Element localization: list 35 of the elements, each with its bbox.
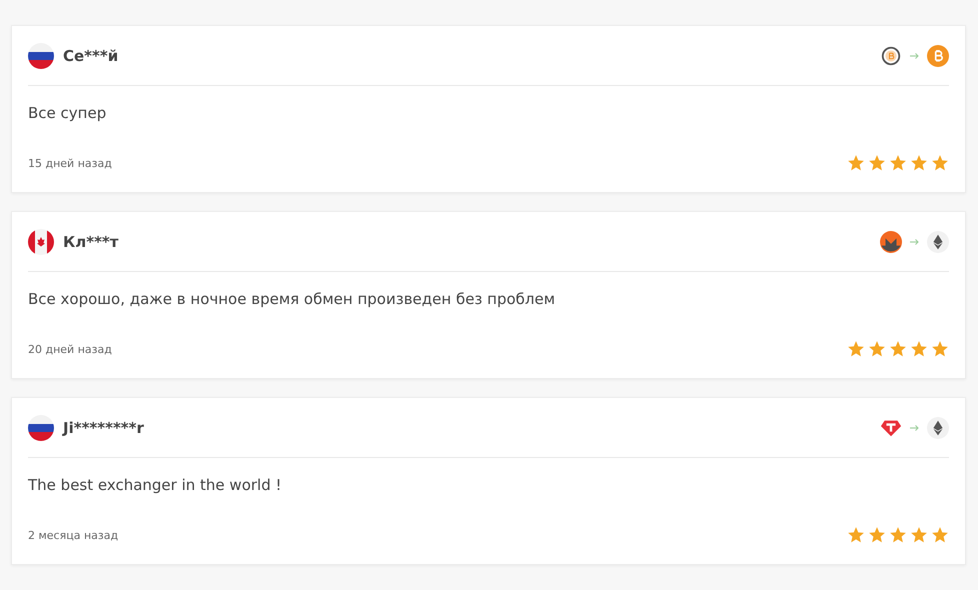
reviewer-name: Ji********r [63, 418, 144, 436]
star-icon [931, 340, 949, 358]
arrow-icon [910, 52, 919, 58]
star-icon [868, 526, 886, 544]
arrow-icon [910, 238, 919, 244]
star-icon [910, 526, 928, 544]
review-text: Все супер [28, 104, 108, 122]
review-date: 15 дней назад [28, 156, 112, 170]
star-icon [931, 526, 949, 544]
ethereum-icon [927, 416, 949, 438]
bitcoin-icon [927, 44, 949, 66]
monero-icon [880, 230, 902, 252]
star-icon [847, 340, 865, 358]
star-icon [847, 526, 865, 544]
star-icon [910, 154, 928, 172]
star-icon [889, 340, 907, 358]
review-date: 20 дней назад [28, 342, 112, 356]
review-text: The best exchanger in the world ! [28, 476, 283, 494]
reviewer-name: Кл***т [63, 232, 118, 250]
flag-icon [28, 228, 54, 254]
ethereum-icon [927, 230, 949, 252]
review-date: 2 месяца назад [28, 528, 118, 542]
review-text: Все хорошо, даже в ночное время обмен произведен без проблем [28, 290, 556, 308]
star-icon [868, 340, 886, 358]
star-icon [847, 154, 865, 172]
bitcoin-icon [880, 44, 902, 66]
arrow-icon [910, 424, 919, 430]
star-icon [868, 154, 886, 172]
star-icon [889, 154, 907, 172]
flag-icon [28, 42, 54, 68]
reviewer-name: Се***й [63, 46, 118, 64]
star-icon [931, 154, 949, 172]
flag-icon [28, 414, 54, 440]
star-icon [910, 340, 928, 358]
star-icon [889, 526, 907, 544]
